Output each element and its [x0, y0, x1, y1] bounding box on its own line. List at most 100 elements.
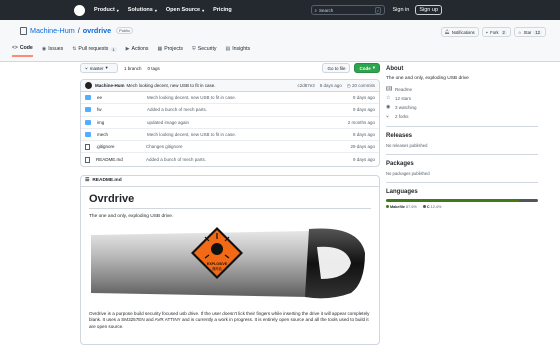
readme-link[interactable]: 📖︎ Readme: [386, 86, 546, 92]
commit-message[interactable]: Mech looking decent, new USB to fit in c…: [127, 83, 216, 88]
watchers-link[interactable]: ◉ 3 watching: [386, 104, 546, 110]
file-commit-message[interactable]: Mech looking decent, new USB to fit in c…: [147, 95, 335, 100]
language-name: C: [426, 204, 430, 209]
folder-icon: [85, 132, 91, 138]
notifications-button[interactable]: 🔔︎ Notifications: [440, 27, 479, 37]
folder-icon: [85, 107, 91, 113]
languages-list: Makefile 87.6% C 12.4%: [386, 205, 546, 209]
nav-open-source[interactable]: Open Source ▾: [166, 7, 204, 13]
nav-solutions[interactable]: Solutions ▾: [128, 7, 157, 13]
file-row[interactable]: .gitignore Changes gitignore 29 days ago: [81, 141, 379, 154]
pr-count: 1: [110, 46, 117, 52]
star-icon: ☆: [517, 29, 522, 35]
file-row[interactable]: img updated image again 2 months ago: [81, 117, 379, 129]
play-icon: ▶: [125, 46, 130, 52]
file-row[interactable]: README.md Added a bunch of mech parts. 9 d…: [81, 153, 379, 165]
commit-meta: c2d87e3 8 days ago ◷ 20 commits: [297, 83, 375, 89]
packages-note: No packages published: [386, 170, 430, 176]
commit-hash[interactable]: c2d87e3: [297, 83, 314, 89]
stars-link[interactable]: ☆ 12 stars: [386, 95, 546, 101]
file-icon: [85, 156, 90, 163]
readme-body: Ovrdrive The one and only, exploding USB…: [81, 187, 379, 337]
chevron-down-icon: ▾: [372, 65, 375, 70]
tab-code[interactable]: <> Code: [12, 45, 33, 57]
readme-title: Ovrdrive: [89, 193, 371, 209]
tags-link[interactable]: 0 tags: [148, 66, 160, 71]
file-row[interactable]: mech Mech looking decent, new USB to fit …: [81, 129, 379, 142]
file-name[interactable]: ee: [97, 95, 147, 100]
language-item[interactable]: Makefile 87.6%: [386, 205, 417, 209]
fork-count: 2: [500, 29, 507, 35]
signup-button[interactable]: Sign up: [415, 5, 442, 15]
commit-age: 8 days ago: [319, 82, 342, 88]
file-age: 8 days ago: [352, 132, 375, 138]
svg-text:爆炸品: 爆炸品: [212, 266, 222, 271]
file-commit-message[interactable]: Mech looking decent, new USB to fit in c…: [147, 132, 335, 137]
repo-owner-link[interactable]: Machine-Hum: [30, 26, 75, 35]
avatar[interactable]: [85, 82, 92, 89]
file-icon: [85, 143, 90, 150]
table-icon: ▦: [157, 46, 163, 52]
file-name[interactable]: img: [97, 120, 147, 125]
file-commit-message[interactable]: Changes gitignore: [146, 144, 335, 149]
tab-actions[interactable]: ▶ Actions: [126, 45, 149, 57]
branches-link[interactable]: 1 branch: [124, 66, 142, 71]
eye-icon: ◉: [386, 104, 391, 111]
file-commit-message[interactable]: updated image again: [147, 120, 335, 125]
file-age: 9 days ago: [352, 107, 375, 113]
language-percent: 12.4%: [430, 204, 442, 209]
repo-name-link[interactable]: ovrdrive: [83, 26, 111, 35]
readme-header: ☰ README.md: [81, 176, 379, 187]
branch-select[interactable]: ⑂ master ▾: [80, 63, 118, 73]
code-button[interactable]: Code ▾: [354, 63, 380, 73]
shield-icon: ⛨: [191, 46, 196, 52]
top-header: Product ▾ Solutions ▾ Open Source ▾ Pricing…: [0, 0, 560, 20]
file-name[interactable]: mech: [97, 132, 147, 137]
file-name[interactable]: .gitignore: [96, 144, 146, 149]
language-name: Makefile: [390, 204, 405, 209]
file-row[interactable]: ee Mech looking decent, new USB to fit in…: [81, 92, 379, 105]
file-row[interactable]: fw Added a bunch of mech parts. 9 days ago: [81, 104, 379, 117]
branch-row: ⑂ master ▾ 1 branch 0 tags Go to file Code…: [80, 62, 380, 74]
nav-pricing[interactable]: Pricing: [213, 7, 232, 13]
star-count: 12: [533, 29, 542, 35]
releases-heading[interactable]: Releases: [386, 133, 546, 139]
tab-issues[interactable]: ◉ Issues: [42, 45, 63, 57]
file-name[interactable]: fw: [97, 107, 147, 112]
signin-link[interactable]: Sign in: [393, 7, 410, 13]
file-age: 8 days ago: [352, 95, 375, 101]
nav-product[interactable]: Product ▾: [94, 7, 119, 13]
file-age: 29 days ago: [350, 144, 375, 150]
commit-author[interactable]: Machine-Hum: [95, 83, 125, 88]
divider: [386, 153, 538, 155]
readme-filename: README.md: [92, 178, 122, 184]
branch-meta: 1 branch 0 tags: [124, 66, 160, 71]
visibility-badge: Public: [116, 27, 134, 34]
sidebar: About The one and only, exploding USB dr…: [386, 66, 546, 209]
packages-heading[interactable]: Packages: [386, 161, 546, 167]
file-commit-message[interactable]: Added a bunch of mech parts.: [146, 157, 335, 162]
tab-security[interactable]: ⛨ Security: [192, 45, 217, 57]
pull-request-icon: ⇅: [72, 46, 77, 52]
file-name[interactable]: README.md: [96, 157, 146, 162]
about-heading: About: [386, 66, 404, 72]
go-to-file-button[interactable]: Go to file: [322, 63, 351, 73]
file-commit-message[interactable]: Added a bunch of mech parts.: [147, 107, 335, 112]
tab-projects[interactable]: ▦ Projects: [158, 45, 183, 57]
language-item[interactable]: C 12.4%: [422, 204, 442, 209]
languages-bar: [386, 198, 538, 202]
list-icon[interactable]: ☰: [85, 178, 89, 183]
commits-link[interactable]: ◷ 20 commits: [347, 83, 375, 89]
search-input[interactable]: ⌕ Search /: [310, 5, 385, 15]
fork-icon: ⑂: [485, 29, 489, 35]
tab-insights[interactable]: ▤ Insights: [226, 45, 251, 57]
about-text: The one and only, exploding USB drive: [386, 76, 469, 81]
issue-icon: ◉: [41, 46, 47, 52]
folder-icon: [85, 95, 91, 101]
tab-pull-requests[interactable]: ⇅ Pull requests 1: [72, 45, 117, 57]
language-dot-icon: [422, 205, 426, 209]
star-button[interactable]: ☆ Star 12: [513, 27, 546, 37]
forks-link[interactable]: ⑂ 2 forks: [386, 114, 546, 120]
fork-button[interactable]: ⑂ Fork 2: [481, 27, 511, 37]
github-logo-icon[interactable]: [74, 4, 85, 16]
